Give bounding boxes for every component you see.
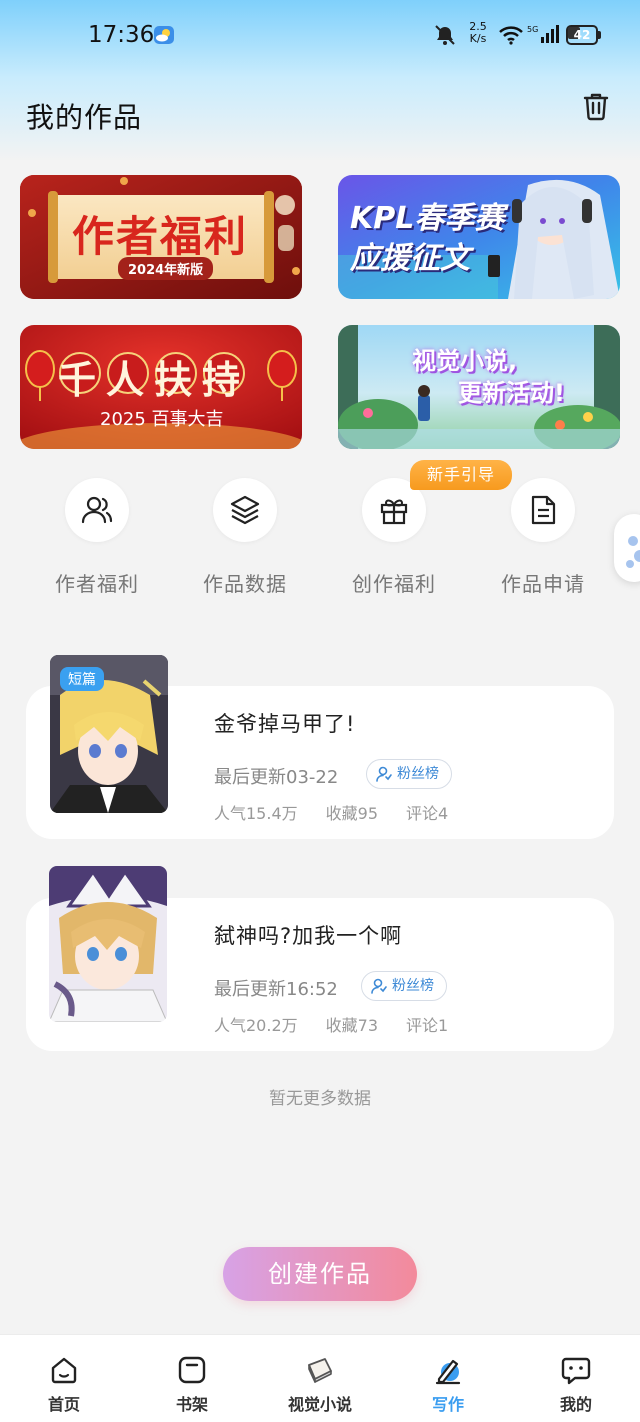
no-more-data-text: 暂无更多数据 [269, 1089, 371, 1109]
nav-label: 首页 [47, 1395, 80, 1414]
book-icon [308, 1358, 332, 1383]
banner-thousand-support[interactable]: 千人扶持 2025 百事大吉 [20, 325, 302, 449]
short-story-tag: 短篇 [60, 667, 104, 691]
create-work-button[interactable]: 创建作品 [223, 1247, 417, 1301]
fans-icon [371, 978, 387, 994]
net-speed: 2.5 K/s [469, 20, 487, 45]
nav-label: 我的 [559, 1395, 592, 1414]
nav-item-visual-novel[interactable]: 视觉小说 [256, 1335, 384, 1422]
status-time: 17:36 [88, 22, 155, 48]
banner-title-line1: KPL春季赛 [350, 201, 505, 236]
floating-assistant-handle[interactable] [614, 514, 640, 582]
shortcut-label: 作品数据 [203, 572, 287, 596]
layers-icon [230, 495, 260, 525]
work-cover-art [49, 866, 167, 1022]
work-comments: 评论1 [406, 1016, 449, 1035]
shortcut-label: 作品申请 [501, 572, 585, 596]
write-icon [435, 1359, 461, 1385]
mute-bell-icon [435, 25, 455, 45]
shortcut-author-welfare[interactable]: 作者福利 [37, 478, 157, 597]
signal-icon: 5G [527, 25, 559, 43]
gift-icon [380, 499, 408, 525]
nav-item-home[interactable]: 首页 [0, 1335, 128, 1422]
work-stats: 人气15.4万 收藏95 评论4 [214, 800, 476, 824]
document-icon [531, 495, 556, 525]
shortcut-label: 创作福利 [352, 572, 436, 596]
banner-title-line1: 视觉小说, [412, 347, 518, 375]
work-stats: 人气20.2万 收藏73 评论1 [214, 1012, 476, 1036]
banner-author-welfare[interactable]: 作者福利 2024年新版 [20, 175, 302, 299]
banner-title: 千人扶持 [58, 358, 251, 402]
status-bar: 17:36 2.5 K/s 5G 42 [0, 0, 640, 72]
banner-visual-novel[interactable]: 视觉小说, 更新活动! [338, 325, 620, 449]
banner-subtitle: 2025 百事大吉 [100, 409, 224, 430]
nav-label: 书架 [175, 1395, 208, 1414]
newbie-guide-badge[interactable]: 新手引导 [410, 460, 512, 490]
nav-item-mine[interactable]: 我的 [512, 1335, 640, 1422]
shortcut-work-data[interactable]: 作品数据 [185, 478, 305, 597]
work-cover[interactable]: 短篇 [50, 655, 168, 813]
work-updated: 最后更新16:52 [214, 979, 338, 1000]
fans-icon [376, 766, 392, 782]
nav-label: 写作 [431, 1395, 464, 1414]
work-title: 弑神吗?加我一个啊 [214, 924, 403, 948]
weather-icon [154, 26, 174, 44]
fans-ranking-label: 粉丝榜 [392, 978, 434, 994]
work-comments: 评论4 [406, 804, 449, 823]
banner-kpl-contest[interactable]: KPL春季赛 应援征文 [338, 175, 620, 299]
bookshelf-icon [178, 1356, 206, 1384]
shortcut-work-application[interactable]: 作品申请 [483, 478, 603, 597]
chat-icon [561, 1357, 591, 1385]
page-title: 我的作品 [26, 101, 143, 134]
work-updated: 最后更新03-22 [214, 767, 339, 788]
svg-text:5G: 5G [527, 25, 538, 34]
users-icon [81, 496, 113, 524]
bottom-navigation: 首页 书架 视觉小说 写作 我的 [0, 1334, 640, 1422]
work-favorites: 收藏73 [325, 1016, 379, 1035]
fans-ranking-button[interactable]: 粉丝榜 [366, 759, 452, 789]
banner-title-line2: 应援征文 [350, 241, 470, 276]
work-popularity: 人气15.4万 [214, 804, 298, 823]
banner-subtitle: 2024年新版 [118, 257, 214, 280]
battery-indicator: 42 [566, 25, 602, 45]
wifi-icon [499, 26, 523, 45]
banner-title: 作者福利 [72, 212, 249, 261]
work-favorites: 收藏95 [325, 804, 379, 823]
nav-label: 视觉小说 [287, 1395, 352, 1414]
fans-ranking-label: 粉丝榜 [397, 766, 439, 782]
nav-item-bookshelf[interactable]: 书架 [128, 1335, 256, 1422]
shortcut-creation-welfare[interactable]: 创作福利 [334, 478, 454, 597]
work-popularity: 人气20.2万 [214, 1016, 298, 1035]
home-icon [51, 1357, 77, 1384]
work-title: 金爷掉马甲了! [214, 712, 356, 736]
work-cover[interactable] [49, 866, 167, 1022]
fans-ranking-button[interactable]: 粉丝榜 [361, 971, 447, 1001]
trash-icon[interactable] [580, 90, 612, 122]
banner-title-line2: 更新活动! [458, 379, 565, 407]
shortcut-label: 作者福利 [55, 572, 139, 596]
nav-item-write[interactable]: 写作 [384, 1335, 512, 1422]
